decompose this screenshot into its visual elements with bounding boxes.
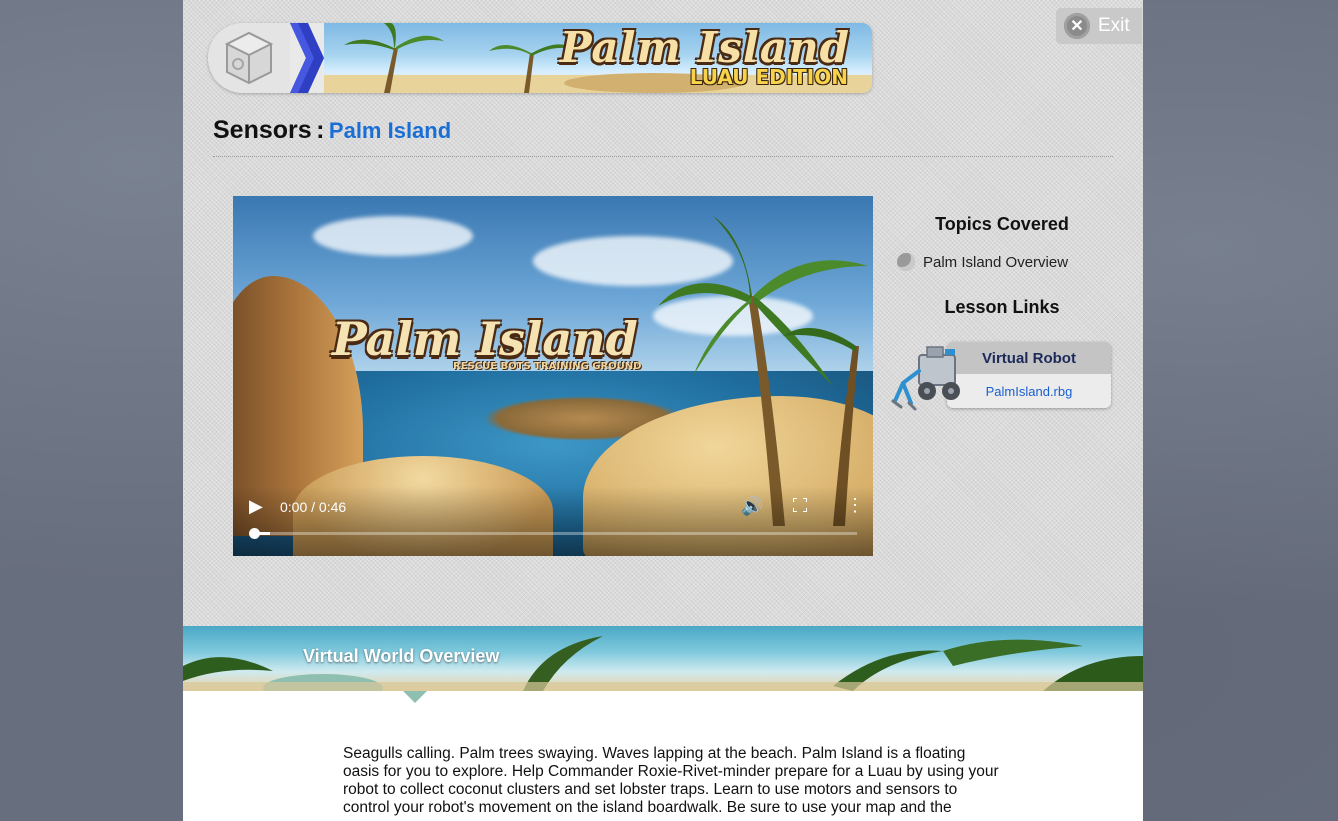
overview-heading: Virtual World Overview <box>303 646 500 666</box>
heading-separator: : <box>316 116 325 144</box>
video-title-overlay: Palm Island <box>332 312 638 366</box>
video-subtitle-overlay: RESCUE BOTS TRAINING GROUND <box>453 361 642 372</box>
lesson-links-heading: Lesson Links <box>944 297 1060 317</box>
robot-file-link[interactable]: PalmIsland.rbg <box>947 374 1111 408</box>
chevron-right-icon <box>290 23 324 93</box>
exit-label: Exit <box>1098 15 1130 36</box>
lesson-page: Palm Island LUAU EDITION ✕ Exit Sensors … <box>183 0 1143 821</box>
topics-heading: Topics Covered <box>935 214 1069 234</box>
video-scrubber-handle[interactable] <box>249 528 260 539</box>
topic-item[interactable]: Palm Island Overview <box>897 253 1068 271</box>
more-options-icon[interactable]: ⋮ <box>846 496 864 514</box>
video-palm-trees <box>658 216 868 526</box>
topic-bullet-icon <box>897 253 915 271</box>
header-banner: Palm Island LUAU EDITION <box>208 23 872 93</box>
virtual-robot-card[interactable]: Virtual Robot PalmIsland.rbg <box>947 342 1111 408</box>
video-controls <box>233 486 873 556</box>
play-icon[interactable]: ▶ <box>249 496 263 517</box>
lesson-title-link[interactable]: Palm Island <box>329 118 451 143</box>
cube-icon <box>224 31 274 85</box>
banner-island-scene: Palm Island LUAU EDITION <box>324 23 872 93</box>
topic-label: Palm Island Overview <box>923 253 1069 271</box>
fullscreen-icon[interactable] <box>793 498 807 512</box>
video-cloud <box>313 216 473 256</box>
overview-text: Seagulls calling. Palm trees swaying. Wa… <box>343 745 999 816</box>
video-time: 0:00 / 0:46 <box>280 499 347 515</box>
robot-icon <box>891 346 960 411</box>
close-icon: ✕ <box>1064 13 1090 39</box>
cube-logo-area <box>208 23 290 93</box>
volume-icon[interactable]: 🔊 <box>741 496 763 517</box>
banner-subtitle: LUAU EDITION <box>689 65 848 89</box>
section-pointer <box>403 691 427 703</box>
section-title: Sensors <box>213 116 312 144</box>
exit-button[interactable]: ✕ Exit <box>1056 8 1142 44</box>
video-progress-bar[interactable] <box>249 528 857 539</box>
virtual-robot-title: Virtual Robot <box>947 342 1111 374</box>
overview-banner: Virtual World Overview <box>183 626 1143 691</box>
page-heading: Sensors : Palm Island <box>213 116 1113 157</box>
video-player[interactable]: Palm Island RESCUE BOTS TRAINING GROUND … <box>233 196 873 556</box>
overview-content: Seagulls calling. Palm trees swaying. Wa… <box>183 691 1143 821</box>
